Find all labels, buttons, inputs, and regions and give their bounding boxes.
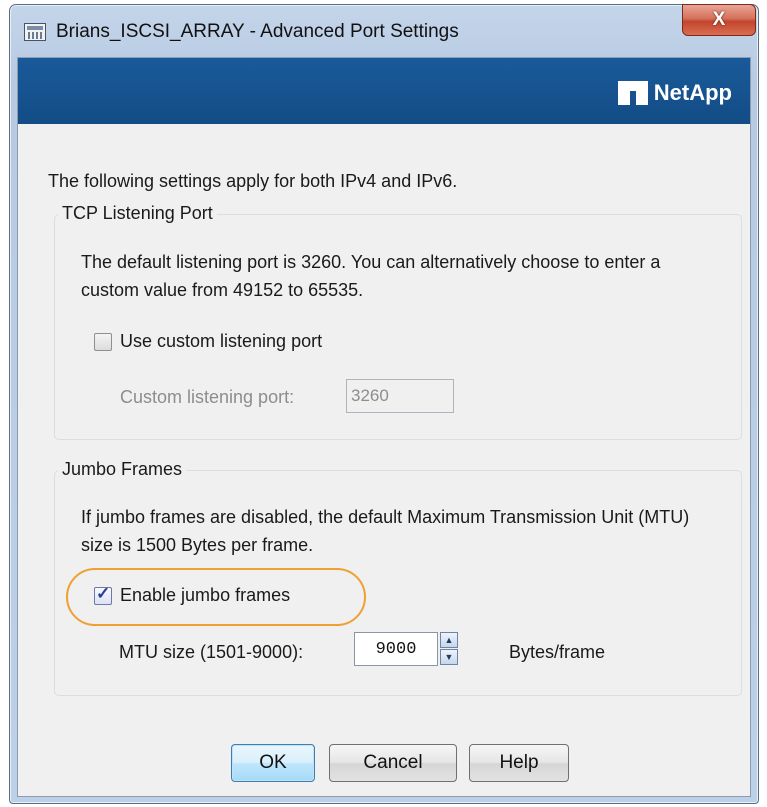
tcp-group-title: TCP Listening Port (58, 203, 217, 224)
intro-text: The following settings apply for both IP… (48, 171, 458, 191)
netapp-logo: NetApp (617, 80, 732, 106)
enable-jumbo-label[interactable]: Enable jumbo frames (120, 585, 290, 606)
window-title: Brians_ISCSI_ARRAY - Advanced Port Setti… (56, 21, 459, 42)
mtu-spinner[interactable]: ▲ ▼ (440, 632, 458, 666)
netapp-logo-icon (617, 81, 648, 105)
mtu-size-label: MTU size (1501-9000): (119, 642, 304, 662)
spin-up-icon[interactable]: ▲ (440, 632, 458, 648)
netapp-banner: NetApp (18, 58, 750, 124)
app-window-icon[interactable] (24, 23, 46, 41)
close-icon: X (712, 9, 726, 30)
title-bar[interactable]: Brians_ISCSI_ARRAY - Advanced Port Setti… (10, 4, 758, 57)
use-custom-port-label[interactable]: Use custom listening port (120, 331, 322, 352)
dialog-content: NetApp The following settings apply for … (17, 57, 751, 797)
enable-jumbo-checkbox[interactable]: ✓ (94, 584, 112, 605)
use-custom-port-checkbox[interactable] (94, 333, 112, 351)
mtu-unit-label: Bytes/frame (509, 642, 606, 662)
close-button[interactable]: X (682, 4, 756, 36)
custom-port-label: Custom listening port: (120, 387, 295, 407)
cancel-button[interactable]: Cancel (329, 744, 457, 782)
dialog-window: Brians_ISCSI_ARRAY - Advanced Port Setti… (9, 4, 759, 804)
netapp-logo-text: NetApp (653, 80, 732, 105)
jumbo-description: If jumbo frames are disabled, the defaul… (81, 507, 690, 555)
jumbo-group-title: Jumbo Frames (58, 459, 187, 480)
custom-port-input[interactable] (346, 379, 454, 413)
checkmark-icon: ✓ (96, 584, 111, 603)
spin-down-icon[interactable]: ▼ (440, 649, 458, 665)
help-button[interactable]: Help (469, 744, 569, 782)
ok-button[interactable]: OK (231, 744, 315, 782)
mtu-size-input[interactable] (354, 632, 438, 666)
tcp-description: The default listening port is 3260. You … (81, 252, 661, 300)
